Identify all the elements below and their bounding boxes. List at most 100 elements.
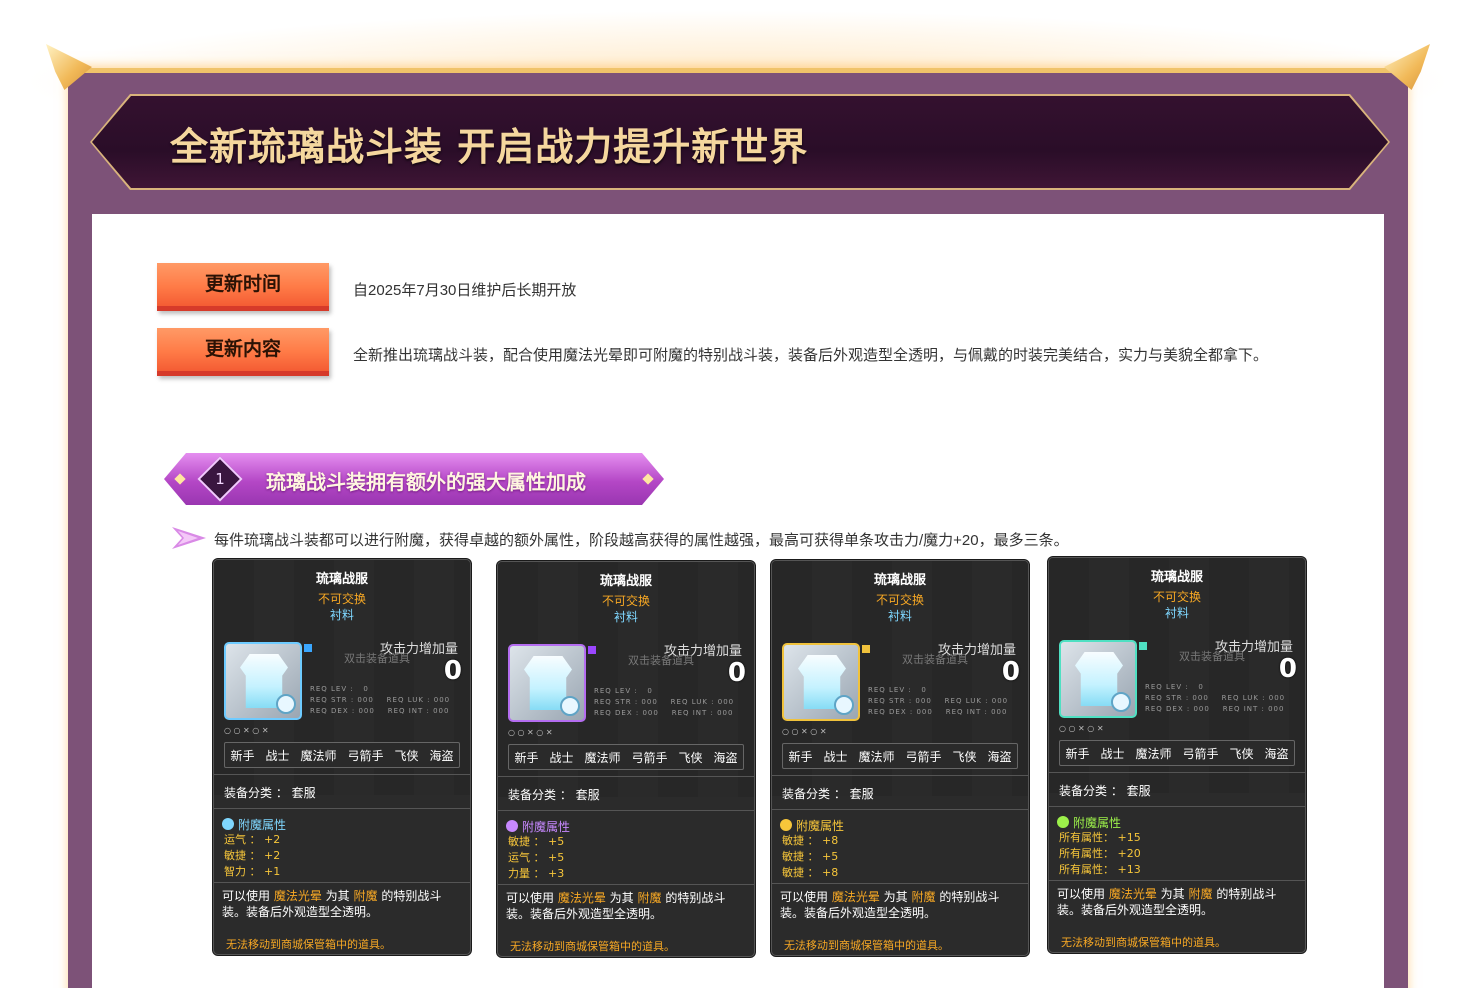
job-label: 海盗: [1264, 746, 1289, 761]
item-card: 琉璃战服 不可交换 衬料 攻击力增加量 0 双击装备道具 REQ LEV : 0 REQ S…: [497, 561, 755, 957]
section-header: 1 琉璃战斗装拥有额外的强大属性加成: [164, 453, 664, 505]
job-label: 飞侠: [952, 749, 977, 764]
job-label: 新手: [230, 748, 255, 763]
enchant-badge-icon: [1111, 692, 1131, 712]
job-label: 弓箭手: [631, 750, 668, 765]
section-title: 琉璃战斗装拥有额外的强大属性加成: [266, 470, 586, 494]
item-name: 琉璃战服: [315, 572, 368, 587]
job-label: 弓箭手: [347, 748, 384, 763]
divider: [772, 809, 1028, 810]
arrow-icon: [172, 527, 206, 549]
job-label: 弓箭手: [1182, 746, 1219, 761]
job-label: 新手: [1065, 746, 1090, 761]
title-banner: 全新琉璃战斗装 开启战力提升新世界: [90, 94, 1390, 190]
job-label: 魔法师: [300, 748, 337, 763]
trade-status: 不可交换: [317, 592, 366, 606]
job-label: 弓箭手: [905, 749, 942, 764]
tier-badge-icon: [780, 819, 792, 831]
job-label: 战士: [1100, 746, 1125, 761]
job-list: 新手 战士 魔法师 弓箭手 飞侠 海盗: [508, 744, 744, 770]
job-label: 飞侠: [678, 750, 703, 765]
item-card: 琉璃战服 不可交换 衬料 攻击力增加量 0 双击装备道具 REQ LEV : 0 REQ S…: [771, 560, 1029, 956]
update-content-text: 全新推出琉璃战斗装，配合使用魔法光晕即可附魔的特别战斗装，装备后外观造型全透明，…: [353, 347, 1269, 364]
stat-line: 敏捷 ： +8: [782, 834, 839, 847]
item-description: 可以使用 魔法光晕 为其 附魔 的特别战斗装。装备后外观造型全透明。: [1057, 887, 1277, 917]
storage-warning: 无法移动到商城保管箱中的道具。: [226, 938, 391, 951]
item-icon: [508, 644, 586, 722]
job-label: 战士: [823, 749, 848, 764]
storage-warning: 无法移动到商城保管箱中的道具。: [510, 940, 675, 953]
attack-value: 0: [443, 656, 462, 686]
item-icon: [782, 643, 860, 721]
enchant-stats: 敏捷 ： +8 敏捷 ： +5 敏捷 ： +8: [782, 833, 838, 881]
job-label: 战士: [265, 748, 290, 763]
job-label: 海盗: [713, 750, 738, 765]
item-icon: [1059, 640, 1137, 718]
stat-line: 敏捷 ： +5: [508, 835, 565, 848]
ghost-hint: 双击装备道具: [344, 652, 410, 665]
divider: [1049, 880, 1305, 881]
slot-row: ○ ○ ✕ ○ ✕: [782, 727, 827, 736]
requirements: REQ LEV : 0 REQ STR : 000 REQ LUK : 000 …: [1145, 683, 1286, 713]
item-name: 琉璃战服: [599, 574, 652, 589]
job-label: 新手: [788, 749, 813, 764]
stat-line: 智力 ： +1: [224, 865, 281, 878]
material-type: 衬料: [1164, 606, 1189, 620]
enchant-title: 附魔属性: [1057, 814, 1121, 831]
slot-row: ○ ○ ✕ ○ ✕: [224, 726, 269, 735]
trade-status: 不可交换: [1152, 590, 1201, 604]
tier-flag-icon: [862, 645, 870, 653]
stat-line: 运气 ： +2: [224, 833, 281, 846]
slot-row: ○ ○ ✕ ○ ✕: [508, 728, 553, 737]
material-type: 衬料: [613, 610, 638, 624]
material-type: 衬料: [887, 609, 912, 623]
stat-line: 所有属性： +15: [1059, 831, 1141, 844]
tier-badge-icon: [1057, 816, 1069, 828]
trade-status: 不可交换: [601, 594, 650, 608]
job-label: 魔法师: [584, 750, 621, 765]
enchant-title: 附魔属性: [780, 817, 844, 834]
equip-category: 装备分类 ： 套服: [224, 786, 316, 800]
job-label: 飞侠: [394, 748, 419, 763]
job-label: 飞侠: [1229, 746, 1254, 761]
item-description: 可以使用 魔法光晕 为其 附魔 的特别战斗装。装备后外观造型全透明。: [780, 890, 1000, 920]
item-icon: [224, 642, 302, 720]
divider: [498, 884, 754, 885]
divider: [498, 776, 754, 777]
job-label: 新手: [514, 750, 539, 765]
job-label: 魔法师: [858, 749, 895, 764]
slot-row: ○ ○ ✕ ○ ✕: [1059, 724, 1104, 733]
ghost-hint: 双击装备道具: [902, 653, 968, 666]
job-label: 海盗: [987, 749, 1012, 764]
item-name: 琉璃战服: [873, 573, 926, 588]
enchant-stats: 运气 ： +2 敏捷 ： +2 智力 ： +1: [224, 832, 280, 880]
divider: [772, 775, 1028, 776]
ghost-hint: 双击装备道具: [628, 654, 694, 667]
job-label: 海盗: [429, 748, 454, 763]
item-description: 可以使用 魔法光晕 为其 附魔 的特别战斗装。装备后外观造型全透明。: [506, 891, 726, 921]
enchant-stats: 所有属性： +15 所有属性： +20 所有属性： +13: [1059, 830, 1141, 878]
equip-category: 装备分类 ： 套服: [782, 787, 874, 801]
material-type: 衬料: [329, 608, 354, 622]
equip-category: 装备分类 ： 套服: [1059, 784, 1151, 798]
item-card: 琉璃战服 不可交换 衬料 攻击力增加量 0 双击装备道具 REQ LEV : 0 REQ S…: [213, 559, 471, 955]
job-label: 魔法师: [1135, 746, 1172, 761]
attack-value: 0: [1278, 654, 1297, 684]
stat-line: 所有属性： +13: [1059, 863, 1141, 876]
ghost-hint: 双击装备道具: [1179, 650, 1245, 663]
requirements: REQ LEV : 0 REQ STR : 000 REQ LUK : 000 …: [594, 687, 735, 717]
update-time-tag: 更新时间: [157, 263, 329, 311]
stat-line: 敏捷 ： +8: [782, 866, 839, 879]
divider: [1049, 772, 1305, 773]
item-card: 琉璃战服 不可交换 衬料 攻击力增加量 0 双击装备道具 REQ LEV : 0 REQ S…: [1048, 557, 1306, 953]
stat-line: 所有属性： +20: [1059, 847, 1141, 860]
stat-line: 运气 ： +5: [508, 851, 565, 864]
enchant-badge-icon: [834, 695, 854, 715]
stat-line: 敏捷 ： +2: [224, 849, 281, 862]
enchant-badge-icon: [560, 696, 580, 716]
banner-title: 全新琉璃战斗装 开启战力提升新世界: [170, 124, 809, 169]
requirements: REQ LEV : 0 REQ STR : 000 REQ LUK : 000 …: [310, 685, 451, 715]
equip-category: 装备分类 ： 套服: [508, 788, 600, 802]
divider: [214, 882, 470, 883]
attack-value: 0: [727, 658, 746, 688]
